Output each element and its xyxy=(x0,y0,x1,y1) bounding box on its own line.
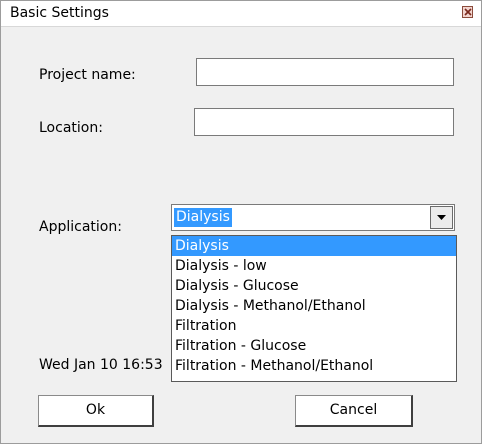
date-status-text: Wed Jan 10 16:53 xyxy=(39,357,163,373)
application-combobox[interactable]: Dialysis xyxy=(171,204,455,231)
dropdown-option[interactable]: Filtration - Glucose xyxy=(172,336,456,356)
close-button[interactable] xyxy=(462,6,473,18)
application-label: Application: xyxy=(39,219,122,235)
dropdown-option[interactable]: Dialysis - Methanol/Ethanol xyxy=(172,296,456,316)
close-icon xyxy=(464,8,472,16)
dropdown-option[interactable]: Dialysis - Glucose xyxy=(172,276,456,296)
dropdown-option[interactable]: Dialysis - low xyxy=(172,256,456,276)
basic-settings-dialog: Basic Settings Project name: Location: A… xyxy=(0,0,482,444)
dropdown-button[interactable] xyxy=(430,206,453,229)
application-selected-value: Dialysis xyxy=(174,208,232,227)
location-input[interactable] xyxy=(194,108,454,136)
dropdown-option[interactable]: Dialysis xyxy=(172,236,456,256)
project-name-input[interactable] xyxy=(196,58,454,86)
title-bar[interactable]: Basic Settings xyxy=(1,1,481,27)
application-dropdown-list[interactable]: Dialysis Dialysis - low Dialysis - Gluco… xyxy=(171,235,457,382)
chevron-down-icon xyxy=(437,215,446,220)
ok-button[interactable]: Ok xyxy=(38,395,154,427)
project-name-label: Project name: xyxy=(39,67,136,83)
window-title: Basic Settings xyxy=(10,5,109,21)
location-label: Location: xyxy=(39,120,103,136)
dropdown-option[interactable]: Filtration xyxy=(172,316,456,336)
cancel-button[interactable]: Cancel xyxy=(295,395,413,427)
dropdown-option[interactable]: Filtration - Methanol/Ethanol xyxy=(172,356,456,376)
